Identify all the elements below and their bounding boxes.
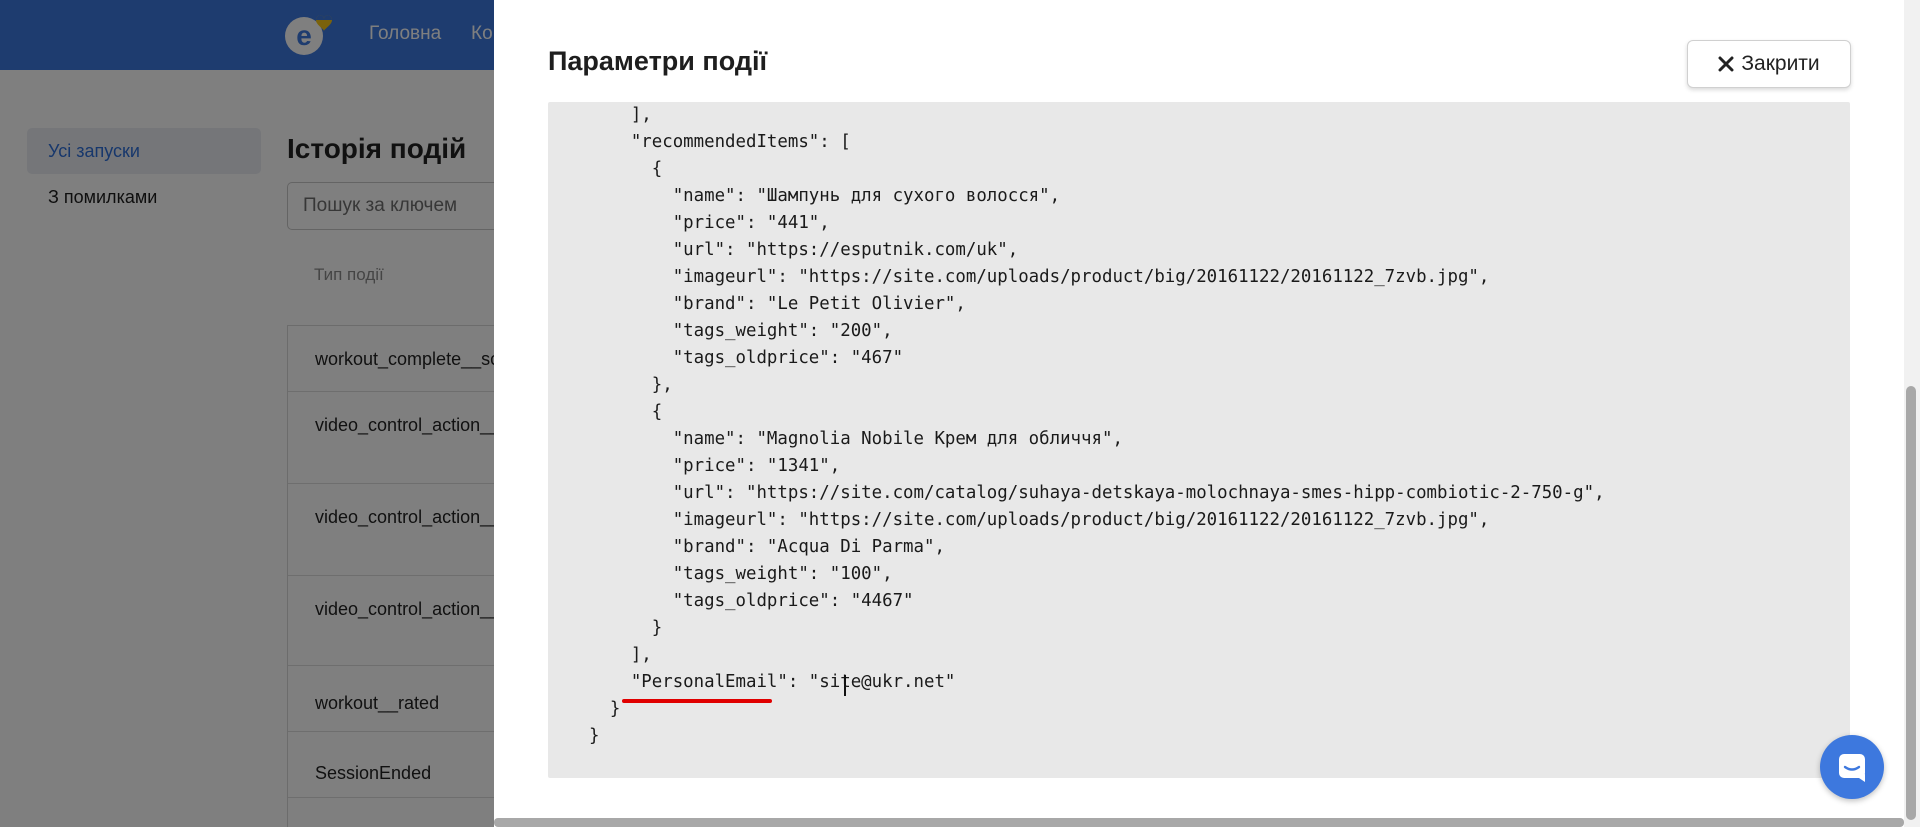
close-button[interactable]: Закрити [1687, 40, 1851, 88]
json-code-block[interactable]: ], "recommendedItems": [ { "name": "Шамп… [548, 102, 1850, 778]
code-line: "recommendedItems": [ [568, 132, 851, 152]
code-line: } [568, 726, 600, 746]
code-line: "tags_weight": "100", [568, 564, 893, 584]
text-cursor [844, 675, 846, 696]
horizontal-scrollbar-thumb[interactable] [494, 818, 1904, 827]
code-line: }, [568, 375, 673, 395]
vertical-scrollbar-thumb[interactable] [1906, 386, 1916, 820]
code-line: { [568, 402, 663, 422]
close-icon [1718, 56, 1734, 72]
code-line: "imageurl": "https://site.com/uploads/pr… [568, 510, 1490, 530]
code-line: ], [568, 105, 652, 125]
panel-title: Параметри події [548, 46, 768, 76]
code-line: "brand": "Le Petit Olivier", [568, 294, 966, 314]
close-button-label: Закрити [1741, 52, 1820, 75]
chat-widget-button[interactable] [1820, 735, 1884, 799]
code-line: } [568, 618, 663, 638]
code-line: "url": "https://esputnik.com/uk", [568, 240, 1019, 260]
code-line: "name": "Magnolia Nobile Крем для обличч… [568, 429, 1123, 449]
code-line: "PersonalEmail": "site@ukr.net" [568, 672, 956, 692]
code-line: "url": "https://site.com/catalog/suhaya-… [568, 483, 1605, 503]
code-line: ], [568, 645, 652, 665]
code-line: { [568, 159, 663, 179]
code-line: "tags_oldprice": "4467" [568, 591, 914, 611]
code-line: } [568, 699, 621, 719]
code-line: "tags_oldprice": "467" [568, 348, 904, 368]
code-line: "brand": "Acqua Di Parma", [568, 537, 945, 557]
code-line: "tags_weight": "200", [568, 321, 893, 341]
code-line: "price": "1341", [568, 456, 841, 476]
code-line: "name": "Шампунь для сухого волосся", [568, 186, 1061, 206]
code-line: "price": "441", [568, 213, 830, 233]
highlight-underline [622, 699, 772, 703]
code-line: "imageurl": "https://site.com/uploads/pr… [568, 267, 1490, 287]
chat-icon [1839, 754, 1865, 782]
